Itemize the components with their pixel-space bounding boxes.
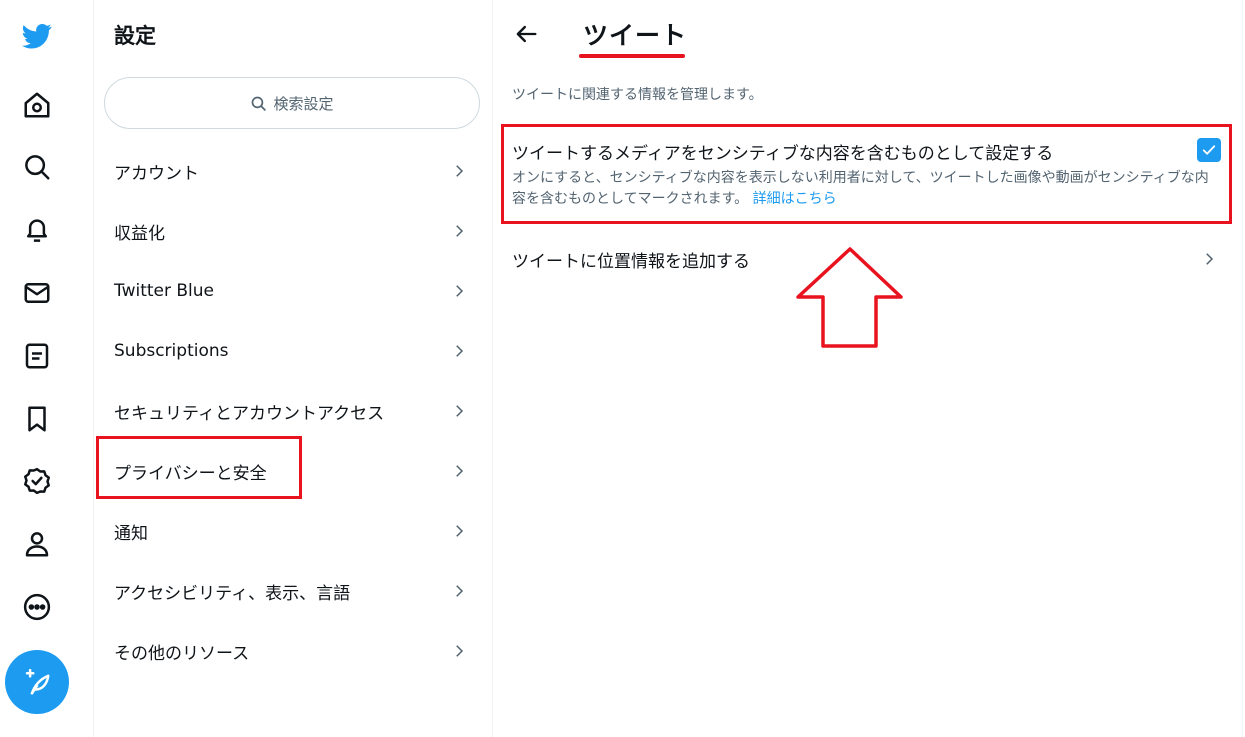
- settings-menu: アカウント 収益化 Twitter Blue Subscriptions セキュ…: [94, 141, 492, 681]
- highlight-box-privacy: [96, 436, 302, 499]
- arrow-up-annotation: [796, 247, 903, 348]
- menu-item-label: Twitter Blue: [114, 281, 214, 301]
- menu-item-notifications[interactable]: 通知: [94, 501, 492, 561]
- chevron-right-icon: [456, 585, 464, 597]
- bell-icon[interactable]: [16, 209, 58, 251]
- menu-item-monetization[interactable]: 収益化: [94, 201, 492, 261]
- search-input[interactable]: 検索設定: [104, 77, 480, 129]
- twitter-logo-icon[interactable]: [16, 15, 58, 57]
- divider: [492, 0, 493, 737]
- menu-item-resources[interactable]: その他のリソース: [94, 621, 492, 681]
- menu-item-twitter-blue[interactable]: Twitter Blue: [94, 261, 492, 321]
- menu-item-label: その他のリソース: [114, 643, 250, 664]
- more-icon[interactable]: [16, 586, 58, 628]
- chevron-right-icon: [456, 465, 464, 477]
- menu-item-subscriptions[interactable]: Subscriptions: [94, 321, 492, 381]
- page-title: ツイート: [583, 21, 688, 50]
- bookmark-icon[interactable]: [16, 398, 58, 440]
- search-icon[interactable]: [16, 146, 58, 188]
- chevron-right-icon: [456, 285, 464, 297]
- back-arrow-icon[interactable]: [512, 20, 540, 48]
- menu-item-label: Subscriptions: [114, 341, 229, 361]
- chevron-right-icon: [456, 405, 464, 417]
- chevron-right-icon: [1206, 253, 1214, 265]
- page-description: ツイートに関連する情報を管理します。: [512, 87, 763, 103]
- menu-item-label: セキュリティとアカウントアクセス: [114, 403, 385, 424]
- mail-icon[interactable]: [16, 272, 58, 314]
- sensitive-media-checkbox[interactable]: [1197, 138, 1221, 162]
- lists-icon[interactable]: [16, 335, 58, 377]
- check-icon: [1202, 145, 1216, 155]
- location-setting-label: ツイートに位置情報を追加する: [512, 251, 750, 272]
- menu-item-label: アカウント: [114, 163, 199, 184]
- chevron-right-icon: [456, 165, 464, 177]
- menu-item-security[interactable]: セキュリティとアカウントアクセス: [94, 381, 492, 441]
- settings-title: 設定: [114, 24, 156, 48]
- chevron-right-icon: [456, 525, 464, 537]
- menu-item-label: 通知: [114, 523, 148, 544]
- compose-icon: [25, 668, 50, 695]
- sensitive-media-label: ツイートするメディアをセンシティブな内容を含むものとして設定する: [512, 144, 1054, 164]
- menu-item-label: アクセシビリティ、表示、言語: [114, 583, 351, 604]
- divider: [1242, 0, 1243, 737]
- learn-more-link[interactable]: 詳細はこちら: [753, 191, 837, 207]
- chevron-right-icon: [456, 345, 464, 357]
- icon-rail: [0, 0, 93, 737]
- title-underline-annotation: [579, 54, 685, 58]
- profile-icon[interactable]: [16, 523, 58, 565]
- menu-item-account[interactable]: アカウント: [94, 141, 492, 201]
- sensitive-media-help-text: オンにすると、センシティブな内容を表示しない利用者に対して、ツイートした画像や動…: [512, 170, 1209, 207]
- compose-button[interactable]: [5, 650, 69, 714]
- chevron-right-icon: [456, 225, 464, 237]
- chevron-right-icon: [456, 645, 464, 657]
- home-icon[interactable]: [16, 84, 58, 126]
- verified-icon[interactable]: [16, 460, 58, 502]
- sensitive-media-help: オンにすると、センシティブな内容を表示しない利用者に対して、ツイートした画像や動…: [512, 168, 1217, 210]
- menu-item-label: 収益化: [114, 223, 165, 244]
- search-icon: [252, 96, 267, 111]
- menu-item-accessibility[interactable]: アクセシビリティ、表示、言語: [94, 561, 492, 621]
- search-placeholder: 検索設定: [273, 94, 334, 113]
